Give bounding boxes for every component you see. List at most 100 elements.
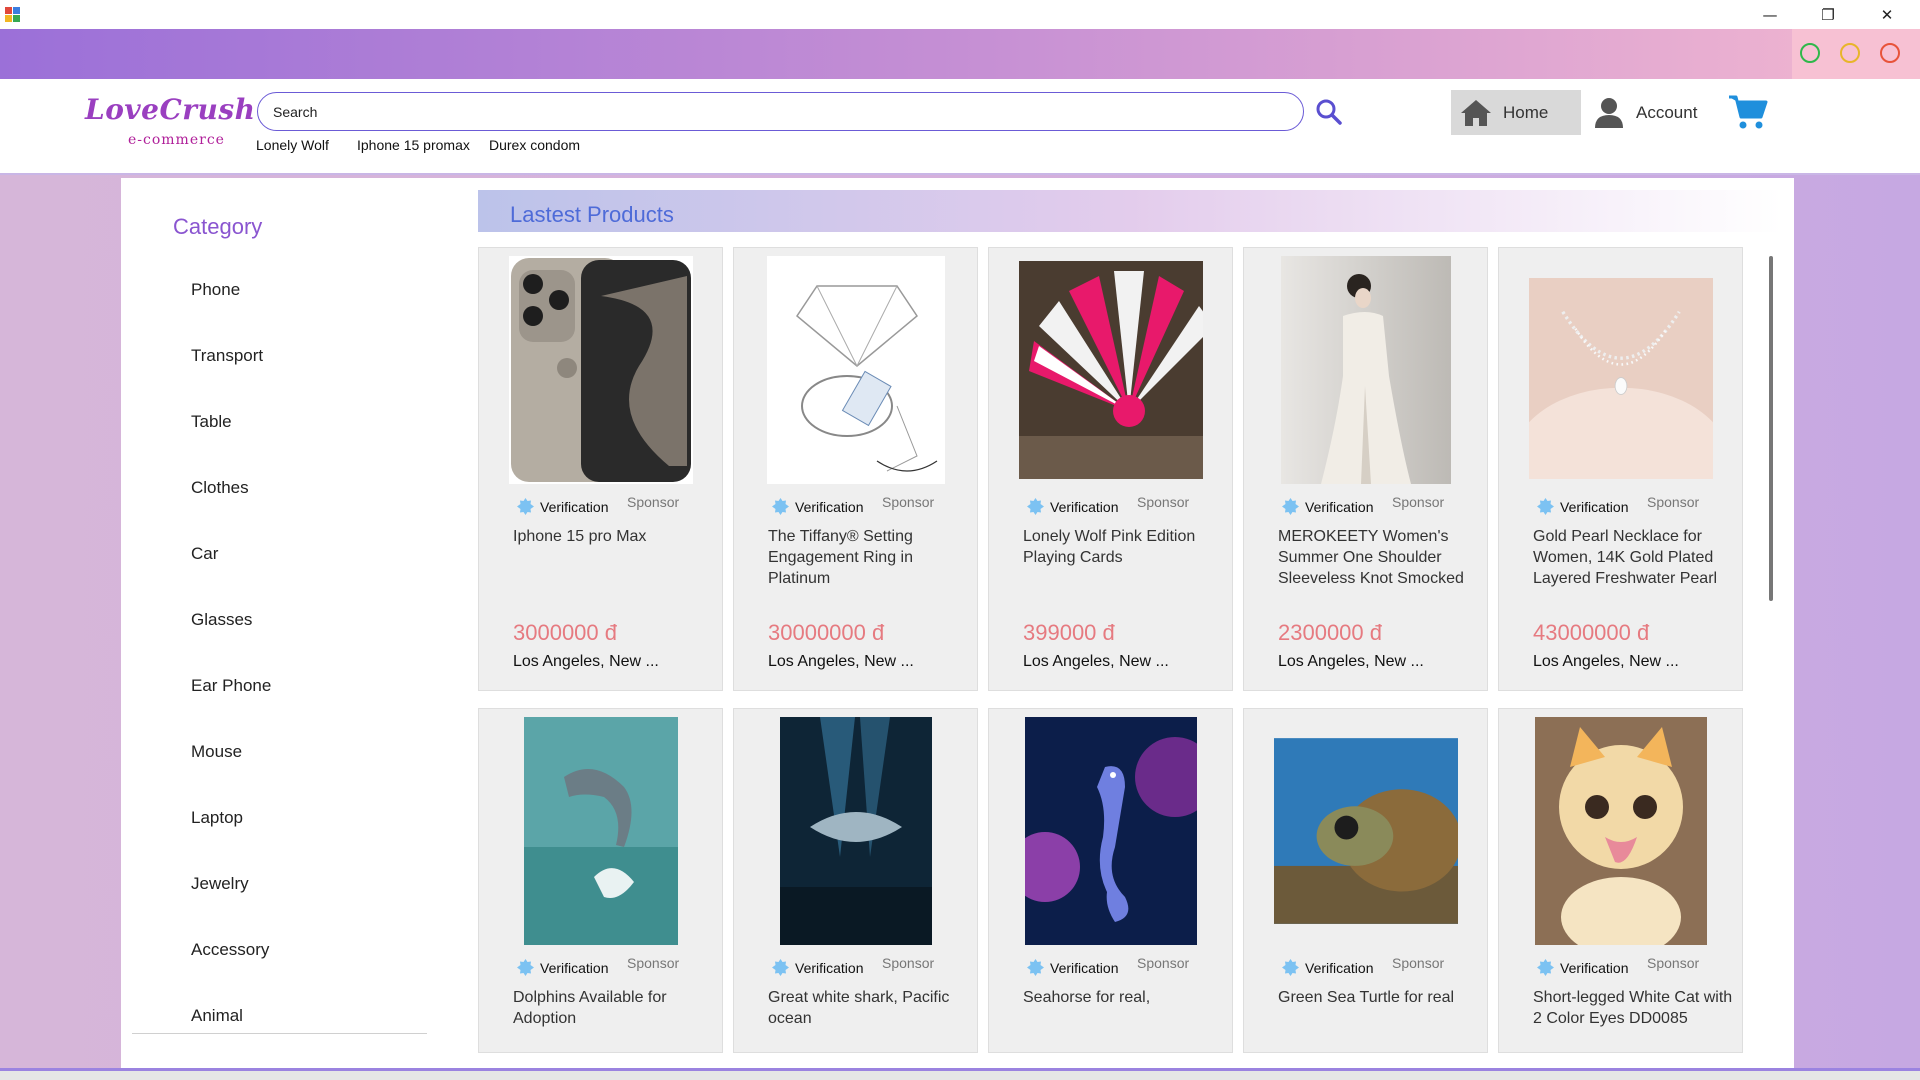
product-card[interactable]: Verification Sponsor Lonely Wolf Pink Edit… (988, 247, 1233, 691)
product-image[interactable] (1019, 256, 1203, 484)
product-title[interactable]: MEROKEETY Women's Summer One Shoulder Sl… (1278, 526, 1478, 592)
search-suggestion[interactable]: Iphone 15 promax (357, 137, 470, 153)
product-location: Los Angeles, New ... (1533, 653, 1679, 670)
category-item[interactable]: Laptop (191, 808, 243, 828)
logo[interactable]: LoveCrush (85, 93, 255, 126)
category-item[interactable]: Transport (191, 346, 263, 366)
verified-icon (517, 959, 534, 976)
scrollbar[interactable] (1769, 256, 1773, 601)
close-button[interactable]: ✕ (1864, 0, 1910, 29)
product-card[interactable]: Verification Sponsor Short-legged White Ca… (1498, 708, 1743, 1053)
category-item[interactable]: Phone (191, 280, 240, 300)
product-card[interactable]: Verification Sponsor The Tiffany® Setting … (733, 247, 978, 691)
product-image[interactable] (764, 717, 948, 945)
product-image[interactable] (1529, 256, 1713, 484)
window-title-bar: — ❐ ✕ (0, 0, 1920, 29)
category-title: Category (173, 214, 263, 239)
product-image[interactable] (1274, 717, 1458, 945)
product-title[interactable]: Green Sea Turtle for real (1278, 987, 1478, 1052)
verification-label: Verification (540, 959, 609, 976)
product-card[interactable]: Verification Sponsor MEROKEETY Women's Sum… (1243, 247, 1488, 691)
product-price: 399000 đ (1023, 620, 1115, 645)
category-item[interactable]: Animal (191, 1006, 243, 1026)
verified-icon (1027, 498, 1044, 515)
search-icon[interactable] (1315, 98, 1343, 126)
search-suggestion[interactable]: Durex condom (489, 137, 580, 153)
maximize-dot-button[interactable] (1800, 43, 1820, 63)
sponsor-label: Sponsor (882, 955, 935, 971)
category-item[interactable]: Accessory (191, 940, 269, 960)
product-card[interactable]: Verification Sponsor Green Sea Turtle for … (1243, 708, 1488, 1053)
sponsor-label: Sponsor (1647, 494, 1700, 510)
site-header: LoveCrush e-commerce Lonely Wolf Iphone … (0, 79, 1920, 175)
product-card[interactable]: Verification Sponsor Seahorse for real, (988, 708, 1233, 1053)
logo-subtitle: e-commerce (128, 132, 225, 148)
close-dot-button[interactable] (1880, 43, 1900, 63)
product-title[interactable]: Gold Pearl Necklace for Women, 14K Gold … (1533, 526, 1733, 592)
verification-label: Verification (1305, 959, 1374, 976)
product-title[interactable]: Dolphins Available for Adoption (513, 987, 713, 1052)
product-image[interactable] (1274, 256, 1458, 484)
verification-label: Verification (1050, 498, 1119, 515)
product-image[interactable] (764, 256, 948, 484)
sponsor-label: Sponsor (627, 955, 680, 971)
nav-account-label: Account (1636, 102, 1698, 122)
product-image[interactable] (509, 717, 693, 945)
product-card[interactable]: Verification Sponsor Great white shark, Pa… (733, 708, 978, 1053)
category-item[interactable]: Table (191, 412, 232, 432)
category-item[interactable]: Ear Phone (191, 676, 271, 696)
product-location: Los Angeles, New ... (768, 653, 914, 670)
verified-icon (772, 498, 789, 515)
verification-badge: Verification (1537, 959, 1628, 976)
section-title: Lastest Products (510, 202, 674, 227)
product-title[interactable]: Lonely Wolf Pink Edition Playing Cards (1023, 526, 1223, 592)
product-price: 43000000 đ (1533, 620, 1650, 645)
product-title[interactable]: The Tiffany® Setting Engagement Ring in … (768, 526, 968, 592)
product-title[interactable]: Iphone 15 pro Max (513, 526, 713, 592)
category-divider (132, 1033, 427, 1034)
verified-icon (772, 959, 789, 976)
verification-label: Verification (540, 498, 609, 515)
minimize-button[interactable]: — (1747, 0, 1793, 29)
product-image[interactable] (1529, 717, 1713, 945)
search-input[interactable] (257, 92, 1304, 131)
verification-badge: Verification (517, 959, 608, 976)
category-item[interactable]: Glasses (191, 610, 252, 630)
sponsor-label: Sponsor (882, 494, 935, 510)
category-item[interactable]: Jewelry (191, 874, 249, 894)
verification-badge: Verification (772, 498, 863, 515)
sponsor-label: Sponsor (1647, 955, 1700, 971)
product-card[interactable]: Verification Sponsor Dolphins Available fo… (478, 708, 723, 1053)
restore-button[interactable]: ❐ (1805, 0, 1851, 29)
category-item[interactable]: Mouse (191, 742, 242, 762)
cart-icon[interactable] (1728, 93, 1768, 131)
product-price: 3000000 đ (513, 620, 617, 645)
nav-home-button[interactable]: Home (1451, 90, 1581, 135)
section-header: Lastest Products (478, 190, 1782, 232)
sponsor-label: Sponsor (1137, 955, 1190, 971)
app-icon (5, 7, 21, 23)
product-title[interactable]: Great white shark, Pacific ocean (768, 987, 968, 1052)
verified-icon (1282, 498, 1299, 515)
nav-account-button[interactable]: Account (1594, 90, 1710, 135)
category-item[interactable]: Clothes (191, 478, 249, 498)
category-item[interactable]: Car (191, 544, 218, 564)
product-image[interactable] (509, 256, 693, 484)
product-title[interactable]: Short-legged White Cat with 2 Color Eyes… (1533, 987, 1733, 1052)
product-card[interactable]: Verification Sponsor Gold Pearl Necklace f… (1498, 247, 1743, 691)
verified-icon (517, 498, 534, 515)
product-price: 2300000 đ (1278, 620, 1382, 645)
product-image[interactable] (1019, 717, 1203, 945)
verified-icon (1282, 959, 1299, 976)
verified-icon (1027, 959, 1044, 976)
product-title[interactable]: Seahorse for real, (1023, 987, 1223, 1052)
verification-label: Verification (1560, 498, 1629, 515)
nav-home-label: Home (1503, 102, 1549, 122)
product-card[interactable]: Verification Sponsor Iphone 15 pro Max 3000… (478, 247, 723, 691)
search-suggestion[interactable]: Lonely Wolf (256, 137, 329, 153)
verification-badge: Verification (1027, 498, 1118, 515)
minimize-dot-button[interactable] (1840, 43, 1860, 63)
verification-label: Verification (1305, 498, 1374, 515)
verification-label: Verification (1050, 959, 1119, 976)
verification-label: Verification (795, 959, 864, 976)
